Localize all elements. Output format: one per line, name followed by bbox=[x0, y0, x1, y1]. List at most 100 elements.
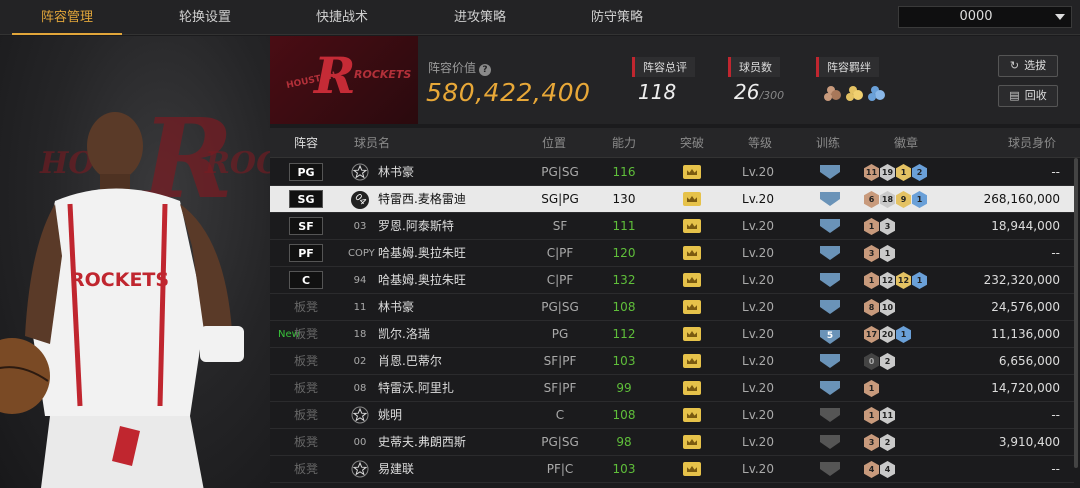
table-row[interactable]: 板凳 姚明 C 108 Lv.20 1 11 -- bbox=[270, 402, 1074, 429]
training-cell bbox=[810, 294, 850, 321]
jersey-cell bbox=[348, 456, 372, 483]
jersey-cell: 18 bbox=[348, 321, 372, 348]
player-price: 268,160,000 bbox=[983, 192, 1060, 206]
col-breakthrough: 突破 bbox=[680, 136, 705, 150]
badge-hex-icon: 12 bbox=[880, 272, 895, 289]
breakthrough-cell bbox=[674, 348, 710, 375]
jersey-number: 04 bbox=[347, 187, 373, 213]
training-cell bbox=[810, 375, 850, 402]
lineup-position-cell: 板凳 bbox=[282, 456, 330, 483]
crown-icon bbox=[683, 408, 701, 422]
table-row[interactable]: 板凳 11 林书豪 PG|SG 108 Lv.20 8 10 24,576,000 bbox=[270, 294, 1074, 321]
training-cell bbox=[810, 402, 850, 429]
player-level: Lv.20 bbox=[742, 435, 774, 449]
badge-hex-icon: 3 bbox=[864, 245, 879, 262]
breakthrough-cell bbox=[674, 456, 710, 483]
player-positions: SF|PF bbox=[543, 354, 577, 368]
training-shield-icon bbox=[820, 354, 840, 368]
breakthrough-cell bbox=[674, 267, 710, 294]
badge-hex-icon: 1 bbox=[912, 191, 927, 208]
select-button[interactable]: ↻ 选拔 bbox=[998, 55, 1058, 77]
jersey-number: 02 bbox=[353, 356, 367, 367]
bench-label: 板凳 bbox=[293, 462, 318, 476]
col-lineup: 阵容 bbox=[294, 136, 319, 150]
crown-icon bbox=[683, 165, 701, 179]
lineup-select[interactable]: 0000 bbox=[898, 6, 1072, 28]
table-row[interactable]: 板凳 02 肖恩.巴蒂尔 SF|PF 103 Lv.20 0 2 6,656,000 bbox=[270, 348, 1074, 375]
jersey-cell: 03 bbox=[348, 213, 372, 240]
tab-offense-strategy[interactable]: 进攻策略 bbox=[425, 0, 535, 35]
crown-icon bbox=[683, 246, 701, 260]
player-ability: 108 bbox=[612, 300, 636, 314]
breakthrough-cell bbox=[674, 402, 710, 429]
player-positions: SF bbox=[552, 219, 568, 233]
player-price: 3,910,400 bbox=[998, 435, 1060, 449]
chemistry-blue-icon bbox=[868, 86, 885, 101]
table-row[interactable]: PF COPY 哈基姆.奥拉朱旺 C|PF 120 Lv.20 3 1 -- bbox=[270, 240, 1074, 267]
player-level: Lv.20 bbox=[742, 408, 774, 422]
table-row[interactable]: SG 04 特雷西.麦格雷迪 SG|PG 130 Lv.20 6 18 9 1 268,160,00… bbox=[270, 186, 1074, 213]
training-cell bbox=[810, 213, 850, 240]
star-icon bbox=[351, 406, 369, 424]
player-level: Lv.20 bbox=[742, 246, 774, 260]
crown-icon bbox=[683, 273, 701, 287]
player-price: -- bbox=[1051, 408, 1060, 422]
table-row[interactable]: SF 03 罗恩.阿泰斯特 SF 111 Lv.20 1 3 18,944,000 bbox=[270, 213, 1074, 240]
table-scrollbar[interactable] bbox=[1074, 158, 1078, 468]
badges-cell: 44 bbox=[864, 456, 954, 483]
crown-icon bbox=[683, 462, 701, 476]
player-level: Lv.20 bbox=[742, 219, 774, 233]
table-row[interactable]: New 板凳 18 凯尔.洛瑞 PG 112 Lv.20 5 17 20 1 11,136,000 bbox=[270, 321, 1074, 348]
top-nav: 阵容管理 轮换设置 快捷战术 进攻策略 防守策略 0000 bbox=[0, 0, 1080, 35]
badge-hex-icon: 20 bbox=[880, 326, 895, 343]
tab-lineup-management[interactable]: 阵容管理 bbox=[12, 0, 122, 35]
training-shield-icon bbox=[820, 192, 840, 206]
player-price: 6,656,000 bbox=[998, 354, 1060, 368]
player-ability: 120 bbox=[612, 246, 636, 260]
jersey-cell: 08 bbox=[348, 375, 372, 402]
col-level: 等级 bbox=[748, 136, 773, 150]
breakthrough-cell bbox=[674, 321, 710, 348]
jersey-number: COPY bbox=[348, 248, 375, 259]
lineup-position-cell: PF bbox=[282, 240, 330, 267]
crown-icon bbox=[683, 381, 701, 395]
badge-hex-icon: 3 bbox=[864, 434, 879, 451]
player-level: Lv.20 bbox=[742, 300, 774, 314]
jersey-number: 00 bbox=[353, 437, 367, 448]
player-name: 肖恩.巴蒂尔 bbox=[378, 354, 442, 368]
badge-hex-icon: 9 bbox=[896, 191, 911, 208]
jersey-cell: 04 bbox=[347, 186, 373, 213]
tab-defense-strategy[interactable]: 防守策略 bbox=[562, 0, 672, 35]
recycle-button-label: 回收 bbox=[1024, 89, 1047, 102]
training-shield-icon bbox=[820, 462, 840, 476]
player-price: 11,136,000 bbox=[991, 327, 1060, 341]
table-row[interactable]: 板凳 08 特雷沃.阿里扎 SF|PF 99 Lv.20 1 14,720,000 bbox=[270, 375, 1074, 402]
chemistry-icons[interactable] bbox=[822, 82, 892, 104]
badge-hex-icon: 1 bbox=[864, 407, 879, 424]
table-row[interactable]: 板凳 易建联 PF|C 103 Lv.20 4 4 -- bbox=[270, 456, 1074, 483]
lineup-value: 580,422,400 bbox=[426, 78, 591, 107]
training-cell bbox=[810, 240, 850, 267]
crown-icon bbox=[683, 327, 701, 341]
star-icon bbox=[351, 460, 369, 478]
badges-cell: 6 18 9 1 bbox=[864, 186, 954, 213]
players-count-wrap: 26/300 bbox=[734, 80, 784, 104]
recycle-button[interactable]: ▤ 回收 bbox=[998, 85, 1058, 107]
badge-hex-icon: 4 bbox=[864, 461, 879, 478]
crown-icon bbox=[683, 435, 701, 449]
player-price: 232,320,000 bbox=[983, 273, 1060, 287]
table-row[interactable]: 板凳 00 史蒂夫.弗朗西斯 PG|SG 98 Lv.20 3 2 3,910,400 bbox=[270, 429, 1074, 456]
table-row[interactable]: PG 林书豪 PG|SG 116 Lv.20 11 19 1 2 -- bbox=[270, 159, 1074, 186]
lineup-position-cell: 板凳 bbox=[282, 375, 330, 402]
tab-quick-tactics[interactable]: 快捷战术 bbox=[287, 0, 397, 35]
player-positions: SF|PF bbox=[543, 381, 577, 395]
tab-rotation-settings[interactable]: 轮换设置 bbox=[150, 0, 260, 35]
player-name: 哈基姆.奥拉朱旺 bbox=[378, 246, 466, 260]
position-badge: PG bbox=[289, 163, 323, 181]
player-level: Lv.20 bbox=[742, 165, 774, 179]
breakthrough-cell bbox=[674, 294, 710, 321]
badge-hex-icon: 1 bbox=[864, 380, 879, 397]
player-positions: PG bbox=[551, 327, 569, 341]
table-row[interactable]: C 94 哈基姆.奥拉朱旺 C|PF 132 Lv.20 1 12 12 1 232,320,000 bbox=[270, 267, 1074, 294]
help-icon[interactable]: ? bbox=[479, 64, 492, 76]
